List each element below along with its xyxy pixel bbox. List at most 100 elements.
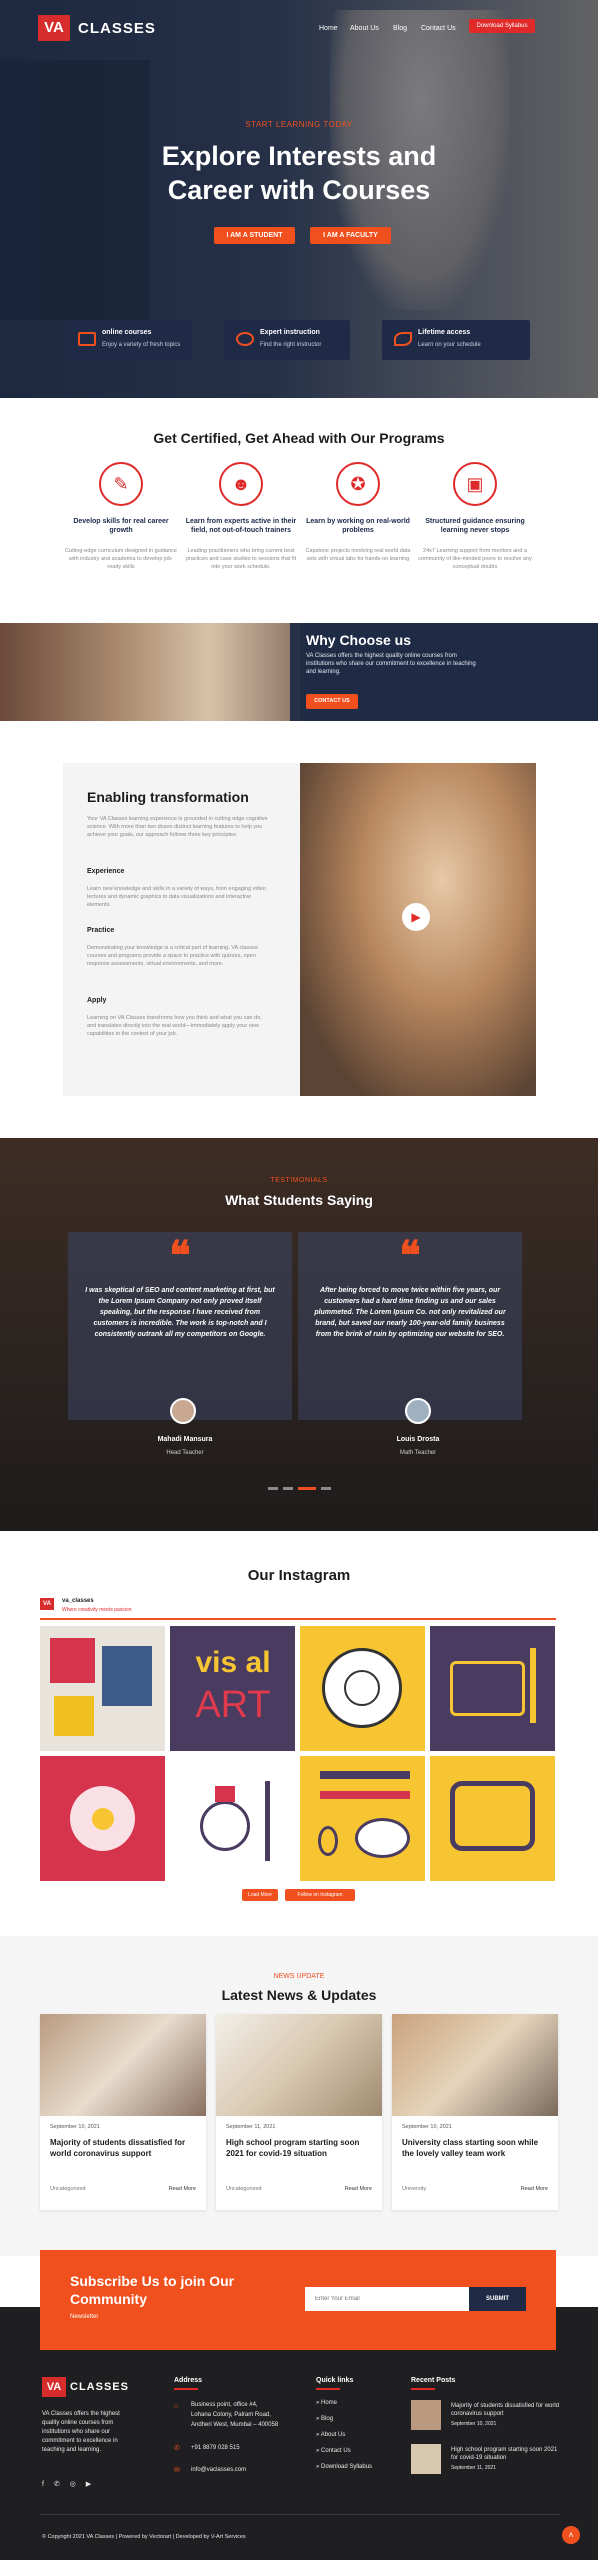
subscribe-title-1: Subscribe Us to join Our <box>70 2273 235 2289</box>
quote-icon: ❝ <box>399 1232 421 1279</box>
testimonials-kicker: TESTIMONIALS <box>270 1177 328 1184</box>
news-title: Latest News & Updates <box>221 1987 377 2003</box>
news-category[interactable]: University <box>402 2186 426 2192</box>
load-more-button[interactable]: Load More <box>242 1889 278 1901</box>
feature-title: online courses <box>102 329 152 336</box>
news-card-2[interactable]: September 11, 2021 High school program s… <box>216 2014 382 2210</box>
location-icon: ⌂ <box>174 2403 179 2410</box>
nav-contact[interactable]: Contact Us <box>421 25 456 32</box>
briefcase-icon: ▣ <box>453 462 497 506</box>
instagram-avatar[interactable]: VA <box>40 1598 54 1610</box>
back-to-top-button[interactable]: ˄ <box>562 2526 580 2544</box>
instagram-title: Our Instagram <box>247 1567 351 1584</box>
logo-text[interactable]: CLASSES <box>78 20 156 37</box>
subscribe-title-2: Community <box>70 2291 147 2307</box>
play-icon[interactable]: ▶ <box>402 903 430 931</box>
certificate-icon <box>236 332 254 346</box>
news-category[interactable]: Uncategorized <box>50 2186 85 2192</box>
download-syllabus-button[interactable]: Download Syllabus <box>469 19 535 33</box>
slider-dot[interactable] <box>321 1487 331 1490</box>
news-image <box>216 2014 382 2116</box>
program-title-4: Structured guidance ensuring learning ne… <box>425 518 525 534</box>
student-button[interactable]: I AM A STUDENT <box>214 227 295 244</box>
bird-art-tile[interactable] <box>40 1756 165 1881</box>
subscribe-sub: Newsletter <box>70 2314 99 2320</box>
quick-links-title: Quick links <box>316 2377 354 2384</box>
nav-about[interactable]: About Us <box>350 25 379 32</box>
news-card-1[interactable]: September 10, 2021 Majority of students … <box>40 2014 206 2210</box>
instagram-handle-sub: Where creativity meets passion <box>62 1607 132 1613</box>
apply-text: Learning on VA Classes transforms how yo… <box>87 1015 262 1037</box>
recent-post-date-1: September 10, 2021 <box>451 2421 497 2427</box>
program-title-3: Learn by working on real-world problems <box>306 518 410 534</box>
submit-button[interactable]: SUBMIT <box>469 2287 526 2311</box>
news-kicker: NEWS UPDATE <box>273 1973 325 1980</box>
recent-post-date-2: September 11, 2021 <box>451 2465 496 2471</box>
slider-dot[interactable] <box>283 1487 293 1490</box>
feature-sub: Enjoy a variety of fresh topics <box>102 342 181 348</box>
follow-instagram-button[interactable]: Follow on Instagram <box>285 1889 355 1901</box>
read-more-link[interactable]: Read More <box>169 2186 196 2192</box>
news-date: September 11, 2021 <box>226 2124 276 2130</box>
practice-title: Practice <box>87 927 115 934</box>
tablet-pen-tile[interactable] <box>430 1626 555 1751</box>
faculty-button[interactable]: I AM A FACULTY <box>310 227 391 244</box>
logo-mark[interactable]: VA <box>38 15 70 41</box>
news-headline[interactable]: University class starting soon while the… <box>402 2137 550 2159</box>
ink-pot-tile[interactable] <box>170 1756 295 1881</box>
email-field[interactable] <box>305 2287 469 2311</box>
experience-text: Learn new knowledge and skills in a vari… <box>87 886 266 908</box>
nav-blog[interactable]: Blog <box>393 25 407 32</box>
post-thumb[interactable] <box>411 2400 441 2430</box>
slider-dot-active[interactable] <box>298 1487 316 1490</box>
pencil-icon: ✎ <box>99 462 143 506</box>
news-date: September 10, 2021 <box>402 2124 452 2130</box>
mandala-tile[interactable] <box>300 1626 425 1751</box>
testimonials-title: What Students Saying <box>225 1192 373 1208</box>
quick-link-blog[interactable]: » Blog <box>316 2416 333 2422</box>
hero-title-2: Career with Courses <box>167 175 431 205</box>
user-icon: ☻ <box>219 462 263 506</box>
phone-icon: ✆ <box>174 2445 180 2452</box>
contact-us-button[interactable]: CONTACT US <box>306 694 358 709</box>
instagram-handle[interactable]: va_classes <box>62 1598 94 1604</box>
nav-home[interactable]: Home <box>319 25 338 32</box>
recent-post-title-2[interactable]: High school program starting soon 2021 f… <box>451 2446 561 2462</box>
testimonial-card-2: ❝ After being forced to move twice withi… <box>298 1232 522 1420</box>
quick-link-home[interactable]: » Home <box>316 2400 337 2406</box>
news-headline[interactable]: Majority of students dissatisfied for wo… <box>50 2137 198 2159</box>
quick-link-about[interactable]: » About Us <box>316 2432 345 2438</box>
footer-email[interactable]: info@vaclasses.com <box>191 2467 246 2473</box>
footer-about: VA Classes offers the highest quality on… <box>42 2411 120 2453</box>
footer-logo-mark[interactable]: VA <box>42 2377 66 2397</box>
testimonial-name-1: Mahadi Mansura <box>157 1436 213 1443</box>
visual-art-tile[interactable]: vis al ART <box>170 1626 295 1751</box>
feature-sub: Find the right instructor <box>260 342 322 348</box>
practice-text: Demonstrating your knowledge is a critic… <box>87 945 258 967</box>
read-more-link[interactable]: Read More <box>521 2186 548 2192</box>
feature-title: Expert instruction <box>260 329 320 336</box>
testimonial-quote: I was skeptical of SEO and content marke… <box>85 1287 275 1338</box>
program-title-1: Develop skills for real career growth <box>73 518 169 534</box>
address-line-1: Business point, office #4, <box>191 2402 258 2408</box>
footer-logo-text[interactable]: CLASSES <box>70 2381 129 2393</box>
quick-link-syllabus[interactable]: » Download Syllabus <box>316 2464 372 2470</box>
quick-link-contact[interactable]: » Contact Us <box>316 2448 351 2454</box>
feature-online-courses: online courses Enjoy a variety of fresh … <box>66 320 192 360</box>
news-category[interactable]: Uncategorized <box>226 2186 261 2192</box>
news-date: September 10, 2021 <box>50 2124 100 2130</box>
news-card-3[interactable]: September 10, 2021 University class star… <box>392 2014 558 2210</box>
social-icons[interactable]: f ✆ ◎ ▶ <box>42 2480 95 2488</box>
post-thumb[interactable] <box>411 2444 441 2474</box>
paint-tools-tile[interactable] <box>300 1756 425 1881</box>
read-more-link[interactable]: Read More <box>345 2186 372 2192</box>
art-supplies-tile[interactable] <box>40 1626 165 1751</box>
frame-tile[interactable] <box>430 1756 555 1881</box>
quote-icon: ❝ <box>169 1232 191 1279</box>
testimonial-role-1: Head Teacher <box>166 1450 204 1456</box>
recent-post-title-1[interactable]: Majority of students dissatisfied for wo… <box>451 2402 561 2418</box>
slider-dot[interactable] <box>268 1487 278 1490</box>
hero-title-1: Explore Interests and <box>161 141 437 171</box>
footer-phone[interactable]: +91 8879 028 515 <box>191 2445 240 2451</box>
news-headline[interactable]: High school program starting soon 2021 f… <box>226 2137 374 2159</box>
